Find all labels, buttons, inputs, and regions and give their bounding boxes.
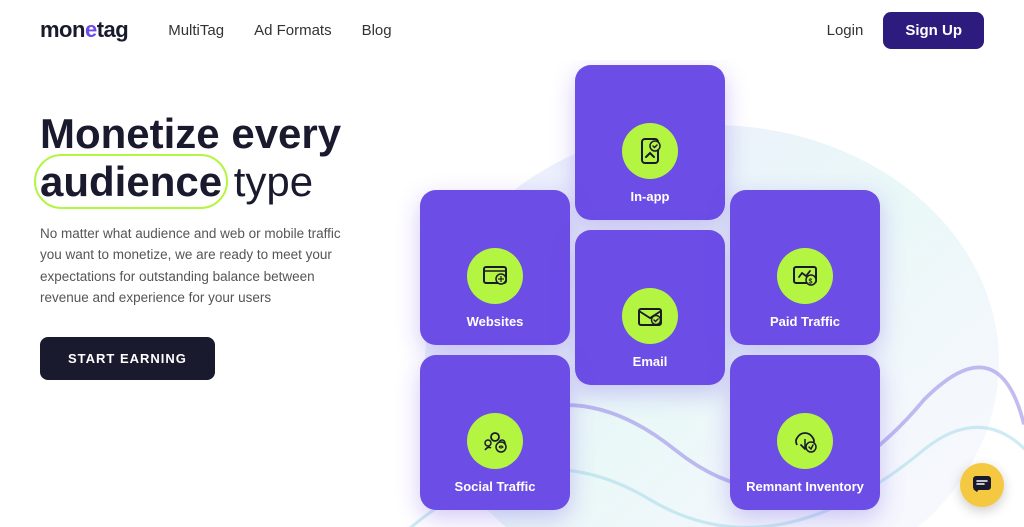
email-icon-circle: [622, 288, 678, 344]
inapp-icon: [636, 137, 664, 165]
nav-blog[interactable]: Blog: [362, 22, 392, 39]
remnant-label: Remnant Inventory: [746, 479, 864, 494]
hero-heading-light: type: [222, 158, 313, 205]
hero-heading-bold: Monetize every: [40, 110, 341, 157]
websites-label: Websites: [467, 314, 524, 329]
hero-section: Monetize every audience type No matter w…: [40, 80, 420, 380]
login-button[interactable]: Login: [827, 22, 864, 39]
inapp-icon-circle: [622, 123, 678, 179]
remnant-icon: [791, 427, 819, 455]
hero-heading-highlight: audience: [40, 158, 222, 205]
chat-icon: [971, 474, 993, 496]
social-label: Social Traffic: [455, 479, 536, 494]
email-label: Email: [633, 354, 668, 369]
paid-icon-circle: $: [777, 248, 833, 304]
remnant-icon-circle: [777, 413, 833, 469]
social-icon-circle: [467, 413, 523, 469]
card-websites[interactable]: Websites: [420, 190, 570, 345]
paid-label: Paid Traffic: [770, 314, 840, 329]
chat-widget[interactable]: [960, 463, 1004, 507]
card-inapp[interactable]: In-app: [575, 65, 725, 220]
logo[interactable]: monetag: [40, 17, 128, 43]
card-social[interactable]: Social Traffic: [420, 355, 570, 510]
websites-icon: [481, 262, 509, 290]
cards-area: In-app Websites: [420, 60, 984, 510]
websites-icon-circle: [467, 248, 523, 304]
hero-heading: Monetize every audience type: [40, 110, 420, 207]
header: monetag MultiTag Ad Formats Blog Login S…: [0, 0, 1024, 60]
nav-multitag[interactable]: MultiTag: [168, 22, 224, 39]
svg-text:$: $: [809, 279, 813, 286]
paid-icon: $: [791, 262, 819, 290]
start-earning-button[interactable]: START EARNING: [40, 337, 215, 380]
inapp-label: In-app: [631, 189, 670, 204]
hero-description: No matter what audience and web or mobil…: [40, 223, 360, 309]
email-icon: [636, 302, 664, 330]
main-nav: MultiTag Ad Formats Blog: [168, 22, 826, 39]
signup-button[interactable]: Sign Up: [883, 12, 984, 49]
header-actions: Login Sign Up: [827, 12, 984, 49]
social-icon: [481, 427, 509, 455]
card-remnant[interactable]: Remnant Inventory: [730, 355, 880, 510]
card-email[interactable]: Email: [575, 230, 725, 385]
main-content: Monetize every audience type No matter w…: [0, 60, 1024, 527]
nav-adformats[interactable]: Ad Formats: [254, 22, 332, 39]
card-paid[interactable]: $ Paid Traffic: [730, 190, 880, 345]
